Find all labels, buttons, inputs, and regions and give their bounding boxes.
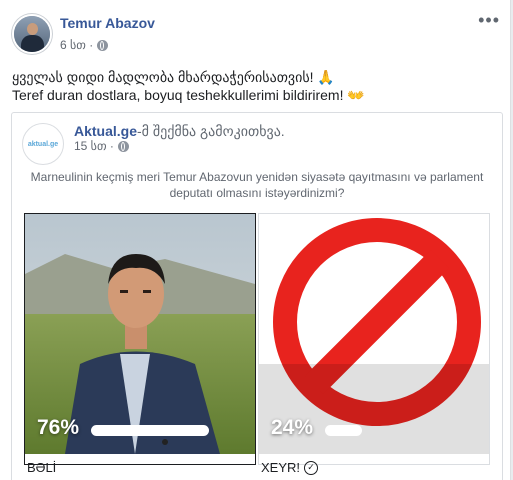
poll-label-no: XEYR! ✓ xyxy=(261,460,319,475)
check-circle-icon: ✓ xyxy=(304,460,319,475)
aktual-logo[interactable]: aktual.ge xyxy=(22,123,64,165)
post-card: Temur Abazov 6 სთ · ••• ყველას დიდი მადლ… xyxy=(0,0,511,480)
poll-bar-yes xyxy=(91,425,209,436)
poll-option-yes[interactable]: 76% BƏLİ xyxy=(24,213,256,475)
author-name[interactable]: Temur Abazov xyxy=(60,15,155,31)
poll-percent-yes: 76% xyxy=(37,416,80,439)
author-avatar[interactable] xyxy=(12,14,52,54)
shared-time[interactable]: 15 სთ · xyxy=(74,139,114,153)
poll-label-yes: BƏLİ xyxy=(27,460,57,475)
poll-label-no-text: XEYR! xyxy=(261,460,301,475)
poll-question: Marneulinin keçmiş meri Temur Abazovun y… xyxy=(30,170,484,200)
globe-icon xyxy=(97,39,109,51)
shared-poll-card: aktual.ge Aktual.ge-მ შექმნა გამოკითხვა.… xyxy=(11,112,503,480)
poll-bar-no xyxy=(325,425,362,436)
shared-header: Aktual.ge-მ შექმნა გამოკითხვა. xyxy=(74,123,285,140)
shared-page-name[interactable]: Aktual.ge xyxy=(74,123,137,139)
post-text-line-2: Teref duran dostlara, boyuq teshekkuller… xyxy=(12,87,365,103)
shared-header-suffix: -მ შექმნა გამოკითხვა. xyxy=(137,123,285,139)
post-time[interactable]: 6 სთ · xyxy=(60,38,93,52)
post-text-line-1: ყველას დიდი მადლობა მხარდაჭერისათვის! 🙏 xyxy=(12,69,335,85)
more-dots-icon[interactable]: ••• xyxy=(478,10,500,31)
globe-icon xyxy=(117,140,129,152)
shared-meta: 15 სთ · xyxy=(74,139,129,153)
poll-option-no[interactable]: 24% XEYR! ✓ xyxy=(258,213,490,475)
post-meta: 6 სთ · xyxy=(60,38,109,52)
poll-percent-no: 24% xyxy=(271,416,314,439)
